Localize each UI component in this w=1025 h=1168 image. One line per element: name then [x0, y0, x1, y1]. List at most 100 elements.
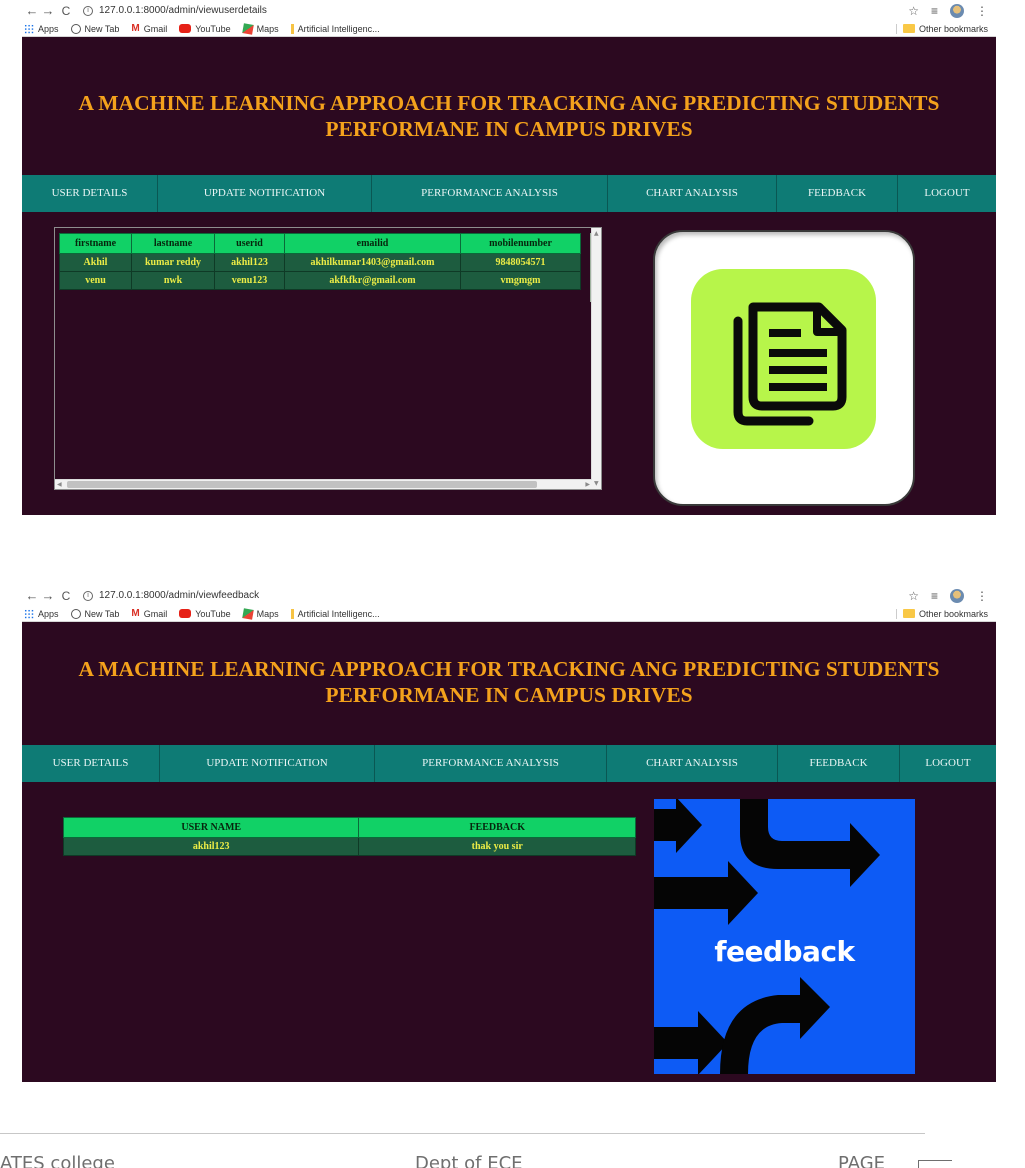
- scroll-left-icon[interactable]: ◀: [57, 480, 62, 489]
- nav-feedback[interactable]: FEEDBACK: [777, 175, 898, 212]
- star-icon[interactable]: ☆: [908, 589, 919, 603]
- globe-icon: [70, 23, 81, 34]
- table-cell: Akhil: [59, 253, 132, 272]
- table-header-row: firstname lastname userid emailid mobile…: [59, 233, 581, 254]
- back-arrow-icon[interactable]: ←: [24, 588, 40, 603]
- footer-college: ATES college: [0, 1153, 115, 1168]
- apps-grid-icon: [24, 608, 34, 619]
- info-icon[interactable]: i: [83, 5, 93, 16]
- browser-chrome: ← → C i 127.0.0.1:8000/admin/viewuserdet…: [22, 0, 996, 37]
- address-bar-row: ← → C i 127.0.0.1:8000/admin/viewfeedbac…: [22, 585, 996, 606]
- bookmark-new-tab[interactable]: New Tab: [70, 608, 119, 619]
- table-cell: venu123: [214, 271, 285, 290]
- folder-icon: [902, 609, 915, 618]
- reading-list-icon[interactable]: ≡: [931, 589, 938, 603]
- nav-update-notification[interactable]: UPDATE NOTIFICATION: [160, 745, 375, 782]
- page-title: A MACHINE LEARNING APPROACH FOR TRACKING…: [78, 657, 940, 707]
- youtube-icon: [179, 609, 192, 618]
- footer-divider: [0, 1133, 925, 1134]
- nav-chart-analysis[interactable]: CHART ANALYSIS: [608, 175, 777, 212]
- profile-avatar-icon[interactable]: [950, 3, 964, 18]
- nav-user-details[interactable]: USER DETAILS: [22, 745, 160, 782]
- scroll-right-icon[interactable]: ▶: [585, 480, 590, 489]
- screenshot-user-details: ← → C i 127.0.0.1:8000/admin/viewuserdet…: [22, 0, 996, 515]
- address-bar-row: ← → C i 127.0.0.1:8000/admin/viewuserdet…: [22, 0, 996, 21]
- feedback-table: USER NAME FEEDBACK akhil123 thak you sir: [62, 817, 636, 856]
- bookmark-gmail[interactable]: M Gmail: [131, 22, 167, 34]
- scrollbar-thumb[interactable]: [67, 481, 537, 488]
- vertical-scrollbar[interactable]: ▲ ▼: [591, 228, 601, 489]
- table-cell: venu: [59, 271, 132, 290]
- info-icon[interactable]: i: [83, 590, 93, 601]
- column-header: mobilenumber: [460, 233, 581, 254]
- reload-icon[interactable]: C: [58, 589, 74, 603]
- menu-kebab-icon[interactable]: ⋮: [976, 4, 988, 18]
- other-bookmarks[interactable]: Other bookmarks: [895, 23, 996, 34]
- table-cell: akhil123: [62, 837, 360, 856]
- forward-arrow-icon[interactable]: →: [40, 588, 56, 603]
- profile-avatar-icon[interactable]: [950, 588, 964, 603]
- table-cell: vmgmgm: [460, 271, 581, 290]
- screenshot-view-feedback: ← → C i 127.0.0.1:8000/admin/viewfeedbac…: [22, 585, 996, 1082]
- gmail-icon: M: [131, 22, 140, 34]
- menu-kebab-icon[interactable]: ⋮: [976, 589, 988, 603]
- bookmark-maps[interactable]: Maps: [241, 22, 279, 35]
- scroll-up-icon[interactable]: ▲: [594, 230, 599, 237]
- reload-icon[interactable]: C: [58, 4, 74, 18]
- nav-performance-analysis[interactable]: PERFORMANCE ANALYSIS: [375, 745, 607, 782]
- bookmark-new-tab[interactable]: New Tab: [70, 23, 119, 34]
- url-text[interactable]: 127.0.0.1:8000/admin/viewfeedback: [99, 590, 259, 601]
- maps-pin-icon: [241, 22, 254, 35]
- column-header: USER NAME: [62, 817, 360, 838]
- user-table-frame[interactable]: firstname lastname userid emailid mobile…: [54, 227, 602, 490]
- document-copy-icon-graphic: [733, 302, 847, 426]
- bookmark-youtube[interactable]: YouTube: [179, 24, 231, 34]
- table-cell: nwk: [131, 271, 215, 290]
- table-cell: 9848054571: [460, 253, 581, 272]
- nav-update-notification[interactable]: UPDATE NOTIFICATION: [158, 175, 372, 212]
- maps-pin-icon: [241, 607, 254, 620]
- table-row: akhil123 thak you sir: [62, 837, 636, 856]
- gmail-icon: M: [131, 607, 140, 619]
- bookmark-apps[interactable]: Apps: [24, 23, 59, 34]
- star-icon[interactable]: ☆: [908, 4, 919, 18]
- table-cell: thak you sir: [358, 837, 636, 856]
- nav-logout[interactable]: LOGOUT: [900, 745, 996, 782]
- bookmark-gmail[interactable]: M Gmail: [131, 607, 167, 619]
- user-details-table: firstname lastname userid emailid mobile…: [59, 233, 581, 290]
- table-row: Akhil kumar reddy akhil123 akhilkumar140…: [59, 253, 581, 272]
- document-copy-icon: [691, 269, 876, 449]
- bookmark-youtube[interactable]: YouTube: [179, 609, 231, 619]
- footer-page-label: PAGE: [838, 1153, 886, 1168]
- bookmark-maps[interactable]: Maps: [241, 607, 279, 620]
- youtube-icon: [179, 24, 192, 33]
- footer-department: Dept of ECE: [415, 1153, 523, 1168]
- bookmark-ai[interactable]: Artificial Intelligenc...: [290, 608, 380, 619]
- bookmark-favicon-icon: [290, 608, 294, 619]
- scroll-down-icon[interactable]: ▼: [594, 480, 599, 487]
- folder-icon: [902, 24, 915, 33]
- url-text[interactable]: 127.0.0.1:8000/admin/viewuserdetails: [99, 5, 267, 16]
- nav-performance-analysis[interactable]: PERFORMANCE ANALYSIS: [372, 175, 608, 212]
- table-cell: akhil123: [214, 253, 285, 272]
- nav-logout[interactable]: LOGOUT: [898, 175, 996, 212]
- nav-chart-analysis[interactable]: CHART ANALYSIS: [607, 745, 778, 782]
- bookmarks-bar: Apps New Tab M Gmail YouTube Maps Artific…: [22, 606, 996, 622]
- reading-list-icon[interactable]: ≡: [931, 4, 938, 18]
- bookmarks-bar: Apps New Tab M Gmail YouTube Maps Artific…: [22, 21, 996, 37]
- horizontal-scrollbar[interactable]: ◀ ▶: [55, 479, 592, 489]
- nav-feedback[interactable]: FEEDBACK: [778, 745, 900, 782]
- nav-user-details[interactable]: USER DETAILS: [22, 175, 158, 212]
- bookmark-ai[interactable]: Artificial Intelligenc...: [290, 23, 380, 34]
- table-cell: akhilkumar1403@gmail.com: [284, 253, 461, 272]
- bookmark-apps[interactable]: Apps: [24, 608, 59, 619]
- document-copy-image: [653, 230, 915, 506]
- back-arrow-icon[interactable]: ←: [24, 3, 40, 18]
- other-bookmarks[interactable]: Other bookmarks: [895, 608, 996, 619]
- globe-icon: [70, 608, 81, 619]
- browser-chrome: ← → C i 127.0.0.1:8000/admin/viewfeedbac…: [22, 585, 996, 622]
- column-header: userid: [214, 233, 285, 254]
- main-nav: USER DETAILS UPDATE NOTIFICATION PERFORM…: [22, 745, 996, 782]
- forward-arrow-icon[interactable]: →: [40, 3, 56, 18]
- table-cell: akfkfkr@gmail.com: [284, 271, 461, 290]
